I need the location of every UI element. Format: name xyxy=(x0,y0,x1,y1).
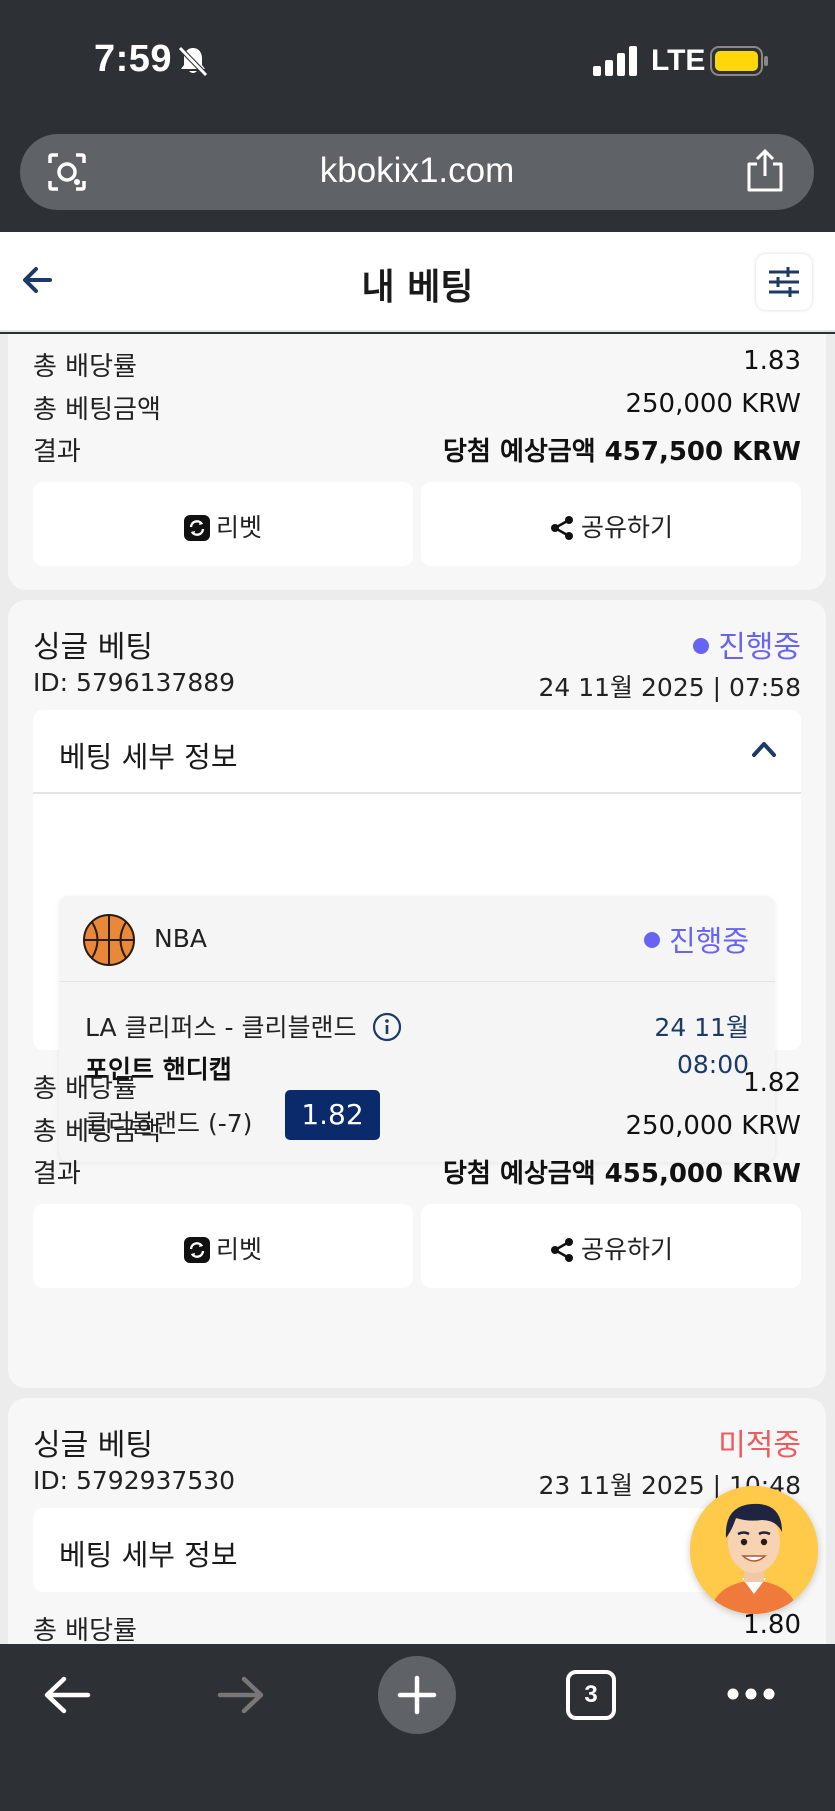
total-stake-label: 총 베팅금액 xyxy=(33,1117,161,1147)
refresh-icon xyxy=(183,515,210,541)
tabs-button[interactable]: 3 xyxy=(566,1670,616,1720)
bet-card: 싱글 베팅 진행중 ID: 5796137889 24 11월 2025 | 0… xyxy=(8,600,826,1388)
bet-date: 24 11월 2025 | 07:58 xyxy=(538,673,801,702)
result-value: 당첨 예상금액 457,500 KRW xyxy=(443,437,801,467)
total-odds-value: 1.80 xyxy=(743,1610,801,1640)
match-date: 24 11월 xyxy=(654,1013,749,1042)
bet-list[interactable]: 총 배당률 1.83 총 베팅금액 250,000 KRW 결과 당첨 예상금액… xyxy=(0,334,835,1644)
share-button[interactable]: 공유하기 xyxy=(421,1204,801,1288)
status-dot xyxy=(693,638,710,654)
bet-status-text: 진행중 xyxy=(718,630,801,665)
bet-detail-toggle[interactable]: 베팅 세부 정보 xyxy=(33,710,801,794)
browser-back-icon[interactable] xyxy=(42,1674,92,1716)
rebet-button[interactable]: 리벳 xyxy=(33,482,413,566)
bet-detail-title: 베팅 세부 정보 xyxy=(59,1538,238,1572)
url-text[interactable]: kbokix1.com xyxy=(20,151,814,191)
share-button[interactable]: 공유하기 xyxy=(421,482,801,566)
total-odds-label: 총 배당률 xyxy=(33,1616,137,1644)
bet-card: 총 배당률 1.83 총 베팅금액 250,000 KRW 결과 당첨 예상금액… xyxy=(8,334,826,590)
total-stake-value: 250,000 KRW xyxy=(625,1111,801,1141)
total-odds-row: 총 배당률 1.83 xyxy=(33,346,801,386)
match-teams: LA 클리퍼스 - 클리블랜드 xyxy=(85,1013,357,1042)
total-stake-label: 총 베팅금액 xyxy=(33,395,161,425)
total-odds-label: 총 배당률 xyxy=(33,352,137,382)
league-row: NBA 진행중 xyxy=(59,896,775,982)
basketball-icon xyxy=(83,914,135,966)
browser-forward-icon[interactable] xyxy=(216,1674,266,1716)
page-title: 내 베팅 xyxy=(361,267,474,308)
match-name: LA 클리퍼스 - 클리블랜드 xyxy=(85,1008,402,1044)
share-nodes-icon xyxy=(550,516,573,540)
league-name: NBA xyxy=(154,924,207,953)
result-value: 당첨 예상금액 455,000 KRW xyxy=(443,1159,801,1189)
selection-status-text: 진행중 xyxy=(668,924,749,958)
support-avatar-icon xyxy=(690,1486,818,1614)
bet-status: 미적중 xyxy=(718,1428,801,1463)
result-label: 결과 xyxy=(33,1159,81,1189)
filter-button[interactable] xyxy=(756,254,812,310)
bet-detail-title: 베팅 세부 정보 xyxy=(59,740,238,774)
bet-type: 싱글 베팅 xyxy=(33,1428,153,1463)
bell-off-icon xyxy=(178,46,208,77)
total-odds-row: 총 배당률 1.82 xyxy=(33,1068,801,1108)
bet-id: ID: 5796137889 xyxy=(33,668,236,697)
total-stake-value: 250,000 KRW xyxy=(625,389,801,419)
app-header: 내 베팅 xyxy=(0,232,835,332)
total-odds-value: 1.83 xyxy=(743,346,801,376)
refresh-icon xyxy=(183,1237,210,1263)
rebet-label: 리벳 xyxy=(215,513,262,542)
signal-icon xyxy=(593,46,637,76)
result-row: 결과 당첨 예상금액 455,000 KRW xyxy=(33,1153,801,1193)
total-odds-value: 1.82 xyxy=(743,1068,801,1098)
share-nodes-icon xyxy=(550,1238,573,1262)
rebet-button[interactable]: 리벳 xyxy=(33,1204,413,1288)
chevron-up-icon xyxy=(752,742,776,757)
status-time: 7:59 xyxy=(94,38,173,80)
bet-type: 싱글 베팅 xyxy=(33,630,153,665)
new-tab-button[interactable] xyxy=(378,1656,456,1734)
selection-status: 진행중 xyxy=(643,918,749,960)
info-icon[interactable] xyxy=(372,1012,402,1042)
result-label: 결과 xyxy=(33,437,81,467)
bet-status: 진행중 xyxy=(693,622,801,666)
battery-icon xyxy=(710,46,768,76)
total-stake-row: 총 베팅금액 250,000 KRW xyxy=(33,389,801,429)
total-odds-label: 총 배당률 xyxy=(33,1074,137,1104)
bet-detail-panel: 베팅 세부 정보 NBA 진행중 LA 클리퍼스 - 클리블랜드 24 11월 … xyxy=(33,710,801,1162)
result-row: 결과 당첨 예상금액 457,500 KRW xyxy=(33,431,801,471)
more-icon[interactable] xyxy=(726,1686,776,1702)
status-bar: 7:59 LTE xyxy=(0,0,835,125)
share-icon[interactable] xyxy=(743,148,787,194)
sliders-icon xyxy=(769,267,799,297)
browser-toolbar: 3 xyxy=(0,1644,835,1811)
rebet-label: 리벳 xyxy=(215,1235,262,1264)
bet-id: ID: 5792937530 xyxy=(33,1466,236,1495)
status-dot xyxy=(643,932,660,948)
share-label: 공유하기 xyxy=(580,513,673,542)
total-odds-row: 총 배당률 1.80 xyxy=(33,1610,801,1644)
bet-detail-toggle[interactable]: 베팅 세부 정보 xyxy=(33,1508,801,1592)
plus-icon xyxy=(397,1675,437,1715)
url-bar[interactable]: kbokix1.com xyxy=(20,134,814,210)
total-stake-row: 총 베팅금액 250,000 KRW xyxy=(33,1111,801,1151)
share-label: 공유하기 xyxy=(580,1235,673,1264)
network-type: LTE xyxy=(651,44,706,77)
support-avatar-button[interactable] xyxy=(690,1486,818,1614)
